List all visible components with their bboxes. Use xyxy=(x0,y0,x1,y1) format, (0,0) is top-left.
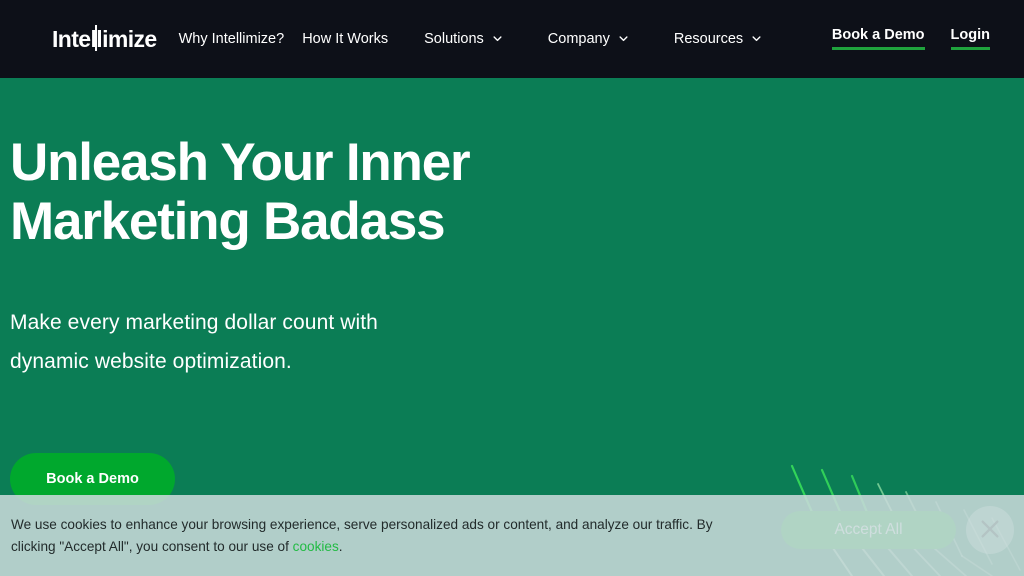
cookie-consent-banner: We use cookies to enhance your browsing … xyxy=(0,495,1024,576)
cookie-policy-link[interactable]: cookies xyxy=(293,539,339,554)
hero-subtitle-line-1: Make every marketing dollar count with xyxy=(10,310,378,334)
main-navigation: Why Intellimize? How It Works Solutions … xyxy=(179,32,808,47)
nav-item-resources[interactable]: Resources xyxy=(674,32,761,47)
nav-label: Resources xyxy=(673,30,744,47)
hero-title-line-2: Marketing Badass xyxy=(10,192,446,252)
cookie-consent-text: We use cookies to enhance your browsing … xyxy=(11,514,741,556)
hero-subtitle-line-2: dynamic website optimization. xyxy=(10,349,292,373)
chevron-down-icon xyxy=(752,34,761,43)
header-login-link[interactable]: Login xyxy=(950,28,991,50)
hero-content: Unleash Your Inner Marketing Badass Make… xyxy=(10,78,710,381)
nav-label: Solutions xyxy=(424,30,484,47)
nav-item-why-intellimize[interactable]: Why Intellimize? xyxy=(179,32,285,47)
nav-label: Why Intellimize? xyxy=(178,30,285,47)
logo-text-post: imize xyxy=(102,25,157,52)
nav-label: Company xyxy=(547,30,610,47)
nav-item-solutions[interactable]: Solutions xyxy=(424,32,502,47)
hero-title: Unleash Your Inner Marketing Badass xyxy=(10,133,710,252)
logo-text-tall: ll xyxy=(90,24,103,52)
nav-item-company[interactable]: Company xyxy=(548,32,628,47)
cookie-text-part-1: We use cookies to enhance your browsing … xyxy=(11,517,713,554)
site-header: Inte ll imize Why Intellimize? How It Work… xyxy=(0,0,1024,78)
hero-subtitle: Make every marketing dollar count with d… xyxy=(10,304,710,382)
logo-text-pre: Inte xyxy=(52,25,91,52)
nav-label: How It Works xyxy=(302,30,389,47)
hero-title-line-1: Unleash Your Inner xyxy=(10,133,471,192)
cookie-text-part-2: . xyxy=(338,538,343,554)
header-actions: Book a Demo Login xyxy=(831,28,991,50)
chevron-down-icon xyxy=(619,34,628,43)
header-book-a-demo-link[interactable]: Book a Demo xyxy=(831,28,925,50)
chevron-down-icon xyxy=(493,34,502,43)
nav-item-how-it-works[interactable]: How It Works xyxy=(302,32,388,47)
site-logo[interactable]: Inte ll imize xyxy=(52,24,157,52)
page-root: Inte ll imize Why Intellimize? How It Work… xyxy=(0,0,1024,576)
